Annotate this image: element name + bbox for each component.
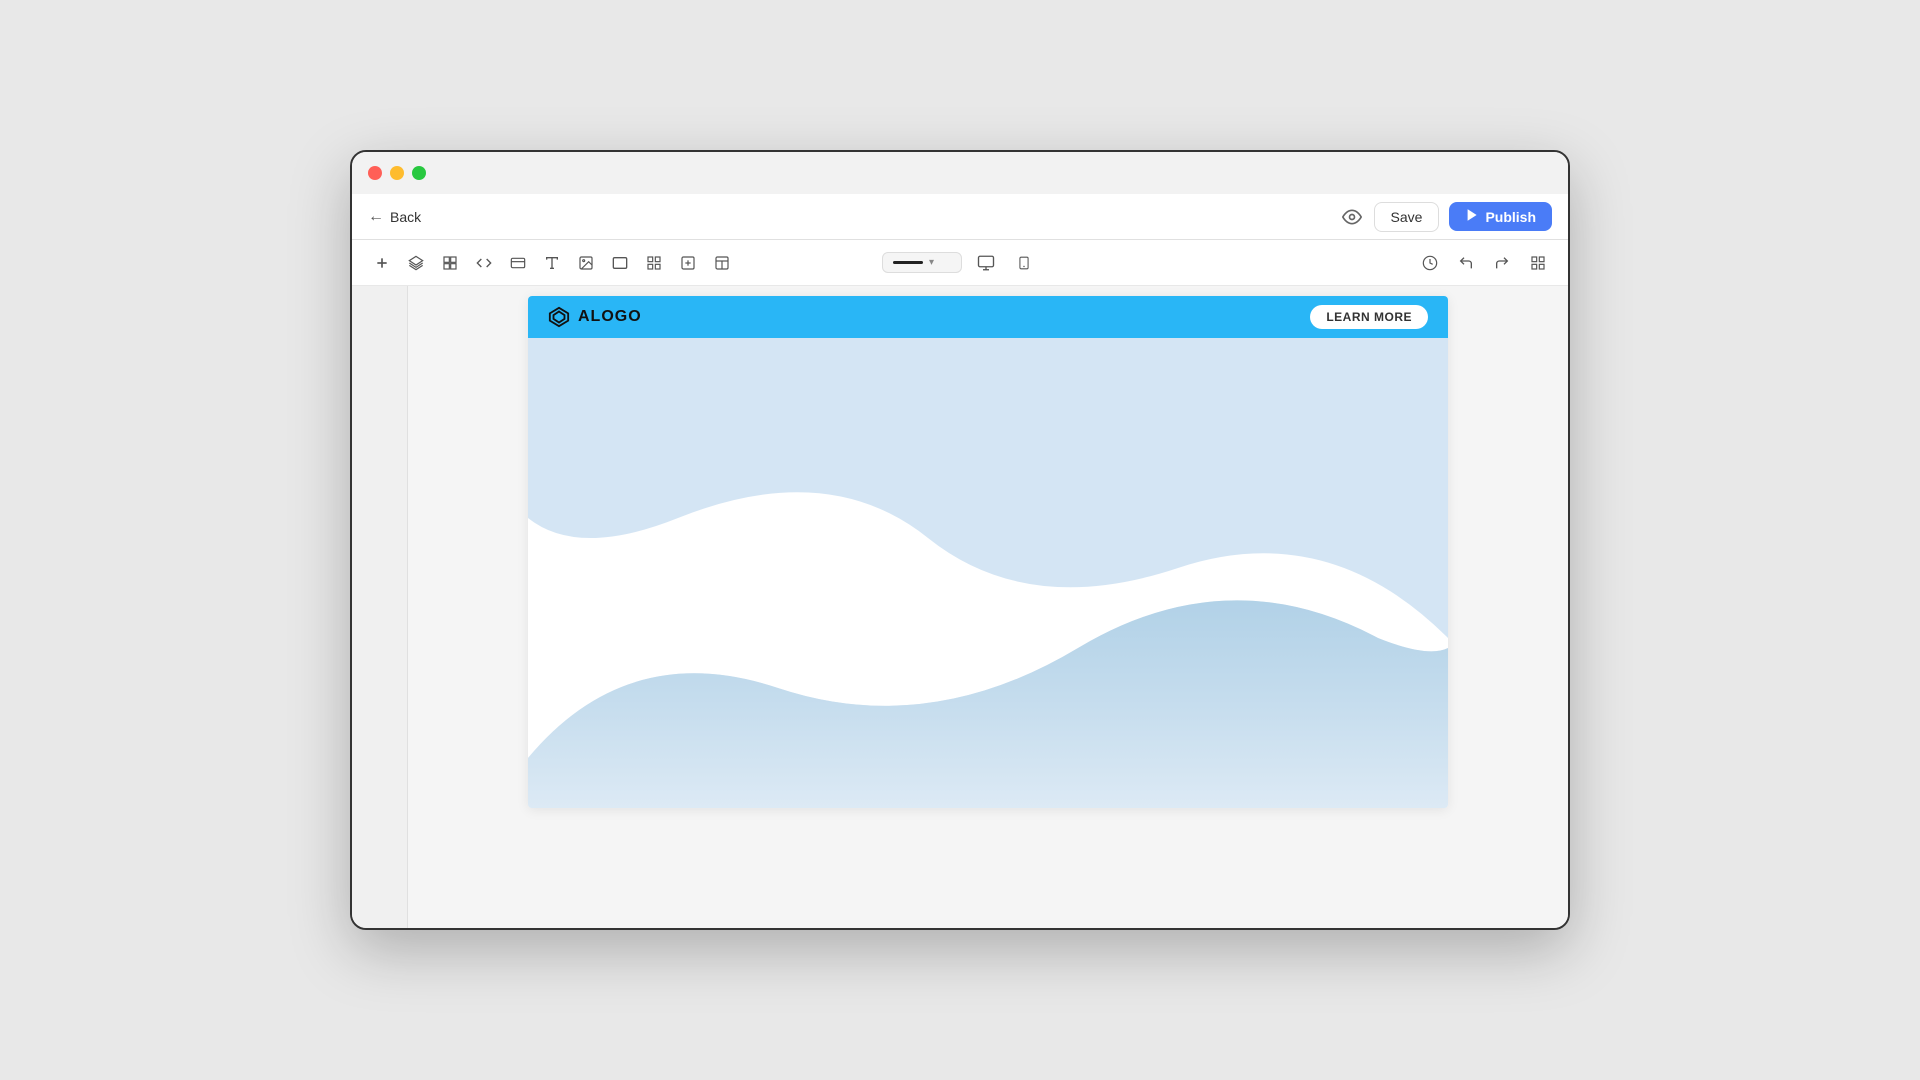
site-hero [528, 338, 1448, 808]
logo-icon [548, 306, 570, 328]
publish-label: Publish [1485, 209, 1536, 225]
embed-button[interactable] [674, 249, 702, 277]
container-button[interactable] [606, 249, 634, 277]
code-button[interactable] [470, 249, 498, 277]
learn-more-button[interactable]: LEARN MORE [1310, 305, 1428, 329]
forms-button[interactable] [504, 249, 532, 277]
toolbar: ▾ [352, 240, 1568, 286]
main-area: ALOGO LEARN MORE [352, 286, 1568, 928]
toolbar-right [1042, 249, 1552, 277]
toolbar-center: ▾ [882, 249, 1038, 277]
grid-button[interactable] [1524, 249, 1552, 277]
gallery-button[interactable] [640, 249, 668, 277]
publish-icon [1465, 208, 1479, 225]
wave-graphic [528, 338, 1448, 808]
save-button[interactable]: Save [1374, 202, 1440, 232]
mobile-view-button[interactable] [1010, 249, 1038, 277]
preview-icon[interactable] [1340, 205, 1364, 229]
maximize-button[interactable] [412, 166, 426, 180]
nav-bar: ← Back Save Publish [352, 194, 1568, 240]
minimize-button[interactable] [390, 166, 404, 180]
text-button[interactable] [538, 249, 566, 277]
desktop-view-button[interactable] [972, 249, 1000, 277]
sidebar [352, 286, 408, 928]
divider-selector[interactable]: ▾ [882, 252, 962, 273]
site-header: ALOGO LEARN MORE [528, 296, 1448, 338]
redo-button[interactable] [1488, 249, 1516, 277]
logo-text: ALOGO [578, 308, 642, 326]
divider-preview [893, 261, 923, 264]
publish-button[interactable]: Publish [1449, 202, 1552, 231]
media-button[interactable] [572, 249, 600, 277]
toolbar-left [368, 249, 878, 277]
canvas-area: ALOGO LEARN MORE [408, 286, 1568, 928]
back-label[interactable]: Back [390, 209, 421, 225]
add-button[interactable] [368, 249, 396, 277]
history-button[interactable] [1416, 249, 1444, 277]
nav-right: Save Publish [1340, 202, 1552, 232]
close-button[interactable] [368, 166, 382, 180]
chevron-down-icon: ▾ [929, 257, 934, 268]
layout-button[interactable] [708, 249, 736, 277]
traffic-lights [368, 166, 426, 180]
site-logo: ALOGO [548, 306, 642, 328]
back-arrow-icon: ← [368, 208, 384, 226]
title-bar [352, 152, 1568, 194]
nav-left: ← Back [368, 208, 421, 226]
layers-button[interactable] [402, 249, 430, 277]
undo-button[interactable] [1452, 249, 1480, 277]
website-preview: ALOGO LEARN MORE [528, 296, 1448, 808]
components-button[interactable] [436, 249, 464, 277]
browser-window: ← Back Save Publish [350, 150, 1570, 930]
